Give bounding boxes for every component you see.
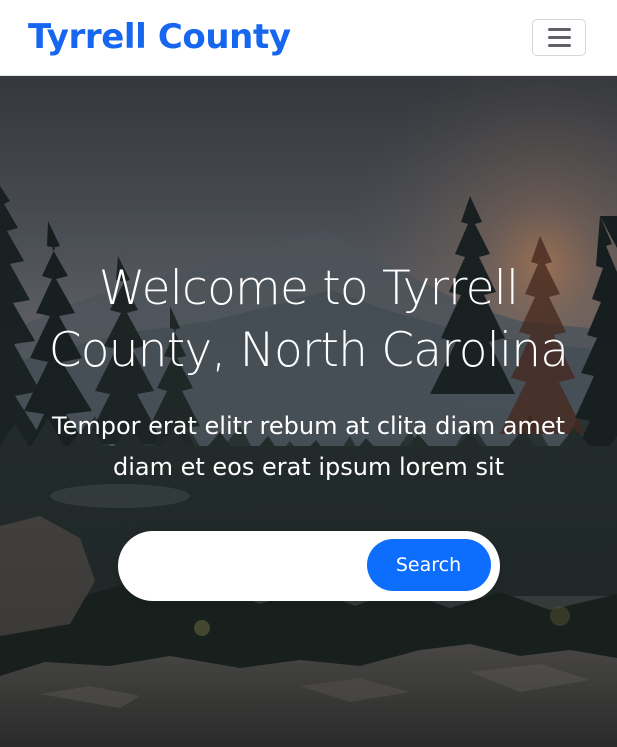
hero-title: Welcome to Tyrrell County, North Carolin… <box>48 261 569 378</box>
menu-icon <box>547 28 571 31</box>
hero-section: Welcome to Tyrrell County, North Carolin… <box>0 76 617 747</box>
hero-content: Welcome to Tyrrell County, North Carolin… <box>0 258 617 601</box>
navbar: Tyrrell County <box>0 0 617 76</box>
menu-toggle-button[interactable] <box>532 19 586 56</box>
menu-icon-bar-bottom <box>547 44 571 47</box>
brand-link[interactable]: Tyrrell County <box>28 20 291 54</box>
search-input[interactable] <box>143 549 364 583</box>
search-box: Search <box>117 531 500 601</box>
search-button[interactable]: Search <box>366 539 491 591</box>
hero-subtitle: Tempor erat elitr rebum at clita diam am… <box>52 412 565 481</box>
menu-icon-bar-middle <box>547 36 571 39</box>
